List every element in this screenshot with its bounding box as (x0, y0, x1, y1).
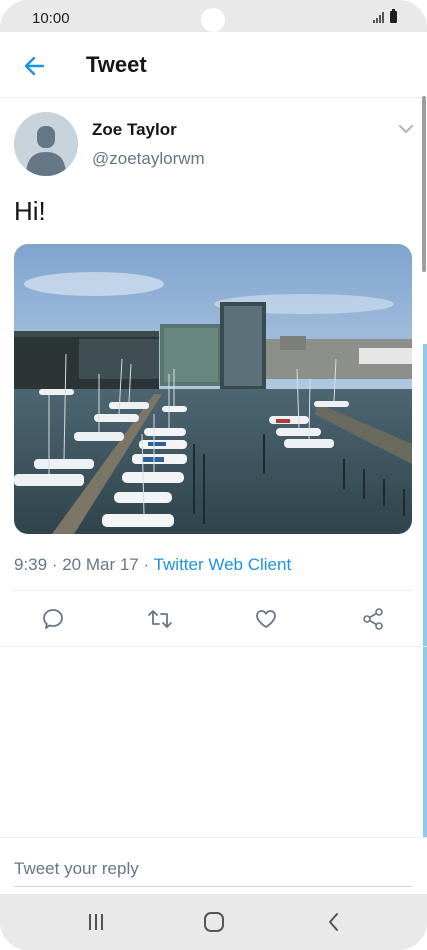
chevron-left-icon (329, 913, 338, 931)
home-button[interactable] (194, 908, 234, 936)
battery-icon (390, 9, 397, 23)
status-icons (373, 9, 397, 23)
system-nav-bar (0, 894, 427, 950)
marina-photo (14, 244, 412, 534)
page-title: Tweet (86, 52, 147, 77)
top-app-bar: Tweet (0, 32, 427, 98)
tweet-date: 20 Mar 17 (62, 555, 139, 574)
back-button[interactable] (18, 50, 50, 82)
tweet-text: Hi! (14, 196, 46, 226)
like-button[interactable] (251, 604, 281, 634)
share-button[interactable] (358, 604, 388, 634)
author-handle[interactable]: @zoetaylorwm (92, 149, 205, 169)
reply-bar (0, 838, 427, 894)
signal-icon (373, 12, 384, 23)
scrollbar-thumb[interactable] (422, 96, 426, 272)
scroll-highlight (423, 344, 427, 838)
meta-separator-2: · (138, 555, 154, 574)
author-name[interactable]: Zoe Taylor (92, 120, 177, 140)
recents-button[interactable] (76, 908, 116, 936)
tweet-photo[interactable] (14, 244, 412, 534)
status-bar: 10:00 (0, 0, 427, 32)
tweet-time: 9:39 (14, 555, 48, 574)
recents-icon (89, 914, 103, 930)
tweet-menu-button[interactable] (397, 122, 415, 136)
retweet-icon (148, 610, 172, 628)
share-icon (363, 608, 383, 630)
tweet-actions (0, 592, 427, 646)
front-camera (201, 8, 225, 32)
divider (14, 590, 412, 591)
home-icon (204, 912, 224, 932)
retweet-button[interactable] (145, 604, 175, 634)
heart-icon (256, 610, 276, 628)
reply-input[interactable] (14, 852, 412, 887)
status-time: 10:00 (32, 10, 70, 27)
arrow-left-icon (24, 56, 45, 76)
tweet-meta: 9:39 · 20 Mar 17 · Twitter Web Client (14, 555, 291, 575)
chevron-down-icon (399, 125, 413, 133)
reply-button[interactable] (38, 604, 68, 634)
device-screen: 10:00 Tweet Zoe Taylor @zoetaylorwm Hi! … (0, 0, 427, 950)
default-avatar-icon (14, 112, 78, 176)
divider (0, 646, 427, 647)
avatar[interactable] (14, 112, 78, 176)
meta-separator: · (47, 555, 63, 574)
tweet-client-link[interactable]: Twitter Web Client (154, 555, 292, 574)
comment-icon (43, 609, 63, 629)
back-nav-button[interactable] (314, 908, 354, 936)
